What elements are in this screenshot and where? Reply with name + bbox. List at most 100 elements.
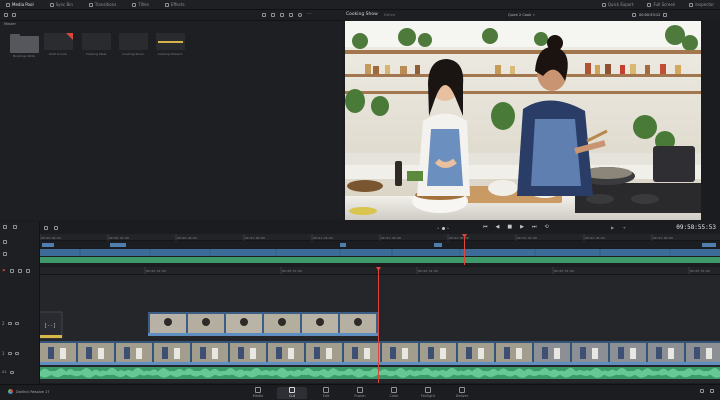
page-cut-label: Cut (288, 394, 296, 398)
clip-frame-figure (390, 347, 396, 359)
clip-frame-figure (60, 348, 66, 359)
source-timecode: 00:00:53:12 (639, 13, 661, 17)
list-view-icon[interactable] (271, 13, 275, 17)
effects-tab[interactable]: Effects (164, 2, 185, 7)
clip-frame-figure (428, 347, 434, 359)
timeline-settings-icon[interactable] (3, 240, 7, 244)
sort-icon[interactable] (280, 13, 284, 17)
clip-frame-figure (592, 348, 598, 359)
page-edit[interactable]: Edit (311, 387, 341, 398)
clip-frame-figure (98, 348, 104, 359)
titles-tab[interactable]: Titles (132, 2, 149, 7)
clip-frame-thumbnail (648, 343, 684, 362)
out-point-icon[interactable]: ⇥ (622, 225, 625, 230)
clip-thumbnail (82, 33, 111, 50)
monitor-icon[interactable] (14, 352, 19, 355)
page-media-label: Media (252, 394, 264, 398)
upper-timeline-tracks (40, 243, 720, 263)
ruler-tick-label: 00:03:00:00 (653, 236, 673, 240)
audio-waveform-strip (158, 41, 183, 43)
options-icon[interactable]: ⋯ (307, 12, 312, 17)
source-clip-icon[interactable] (632, 13, 636, 17)
clip-frame-thumbnail (572, 343, 608, 362)
ruler-tick-label: 00:00:55:00 (554, 269, 574, 273)
in-point-icon[interactable]: ▶ (611, 225, 614, 230)
home-icon[interactable] (700, 389, 704, 393)
page-deliver[interactable]: Deliver (447, 387, 477, 398)
upper-playhead[interactable] (464, 234, 465, 265)
redo-icon[interactable] (54, 226, 58, 230)
track-target-icon[interactable] (9, 268, 14, 273)
eye-icon[interactable] (7, 322, 12, 325)
undo-icon[interactable] (44, 226, 48, 230)
stop-icon[interactable]: ■ (507, 224, 512, 230)
lower-timeline-tracks: [--] (37, 275, 720, 383)
upper-timeline[interactable] (40, 234, 720, 265)
folder-tab (10, 34, 20, 37)
zoom-tool-icon[interactable] (3, 252, 7, 256)
transitions-tab[interactable]: Transitions (88, 2, 116, 7)
metadata-view-icon[interactable] (289, 13, 293, 17)
quick-export-label: Quick Export (607, 2, 634, 7)
zoom-select[interactable]: Quick 2 Cook (508, 13, 531, 17)
page-color[interactable]: Color (379, 387, 409, 398)
snap-icon[interactable] (13, 225, 17, 229)
ruler-tick-label: 00:00:20:00 (109, 236, 129, 240)
ruler-tick-label: 00:00:53:00 (282, 269, 302, 273)
back-icon[interactable] (4, 13, 8, 17)
upper-timeline-ruler[interactable]: 00:00:00:00 00:00:20:00 00:00:40:00 00:01:0… (39, 234, 720, 241)
audio-target-icon[interactable] (17, 268, 22, 273)
monitor-icon[interactable] (14, 322, 19, 325)
ruler-tick-label: 00:00:00:00 (41, 236, 61, 240)
clip-frame-figure (212, 348, 218, 359)
track-options-icon[interactable] (25, 268, 30, 273)
clip-frame-thumbnail (230, 343, 266, 362)
clip-frame-figure (238, 347, 244, 359)
eye-icon[interactable] (7, 352, 12, 355)
search-icon[interactable] (298, 13, 302, 17)
clip-frame-thumbnail (420, 343, 456, 362)
clip-frame-figure (364, 348, 370, 359)
clip-frame-figure (554, 348, 560, 359)
quick-export-button[interactable]: Quick Export (601, 2, 634, 7)
more-icon[interactable] (663, 13, 668, 17)
settings-icon[interactable] (710, 389, 714, 393)
viewer-frame[interactable] (345, 21, 701, 220)
clip-frame-figure (694, 347, 700, 359)
speaker-icon[interactable] (9, 370, 14, 374)
lower-timeline[interactable]: [--] (37, 267, 720, 383)
jog-right-icon[interactable]: ▸ (448, 226, 450, 230)
skip-back-icon[interactable]: ⏮ (483, 224, 488, 230)
media-pool-tab[interactable]: Media Pool (6, 2, 34, 7)
step-back-icon[interactable]: ◀ (496, 224, 500, 230)
sync-bin-tab[interactable]: Sync Bin (49, 2, 73, 7)
lower-playhead[interactable] (378, 267, 379, 383)
track-header-v2: 2 (0, 318, 40, 330)
ruler-tick-label: 00:00:54:00 (418, 269, 438, 273)
page-media[interactable]: Media (243, 387, 273, 398)
clip-frame-figure (86, 347, 92, 359)
viewer-title: Cooking Show (346, 12, 378, 17)
media-pool-icon (6, 2, 10, 7)
loop-icon[interactable]: ⟲ (544, 224, 548, 230)
clip-frame-figure (250, 348, 256, 359)
page-fairlight[interactable]: Fairlight (413, 387, 443, 398)
page-edit-label: Edit (322, 394, 330, 398)
grid-view-icon[interactable] (262, 13, 266, 17)
deliver-page-icon (459, 387, 465, 393)
inspector-button[interactable]: Inspector (689, 2, 714, 7)
play-icon[interactable]: ▶ (520, 224, 524, 230)
clip-frame-figure (402, 348, 408, 359)
clip-frame-figure (288, 348, 294, 359)
page-cut[interactable]: Cut (277, 387, 307, 399)
lock-icon[interactable]: ⚑ (2, 268, 6, 273)
step-forward-icon[interactable]: ⏭ (532, 224, 537, 230)
forward-icon[interactable] (12, 13, 16, 17)
jog-left-icon[interactable]: ◂ (437, 226, 439, 230)
ruler-tick-label: 00:02:40:00 (585, 236, 605, 240)
fusion-page-icon (357, 387, 363, 393)
full-screen-button[interactable]: Full Screen (647, 2, 675, 7)
blade-tool-icon[interactable] (3, 225, 7, 229)
jog-dot[interactable] (441, 226, 445, 230)
page-fusion[interactable]: Fusion (345, 387, 375, 398)
